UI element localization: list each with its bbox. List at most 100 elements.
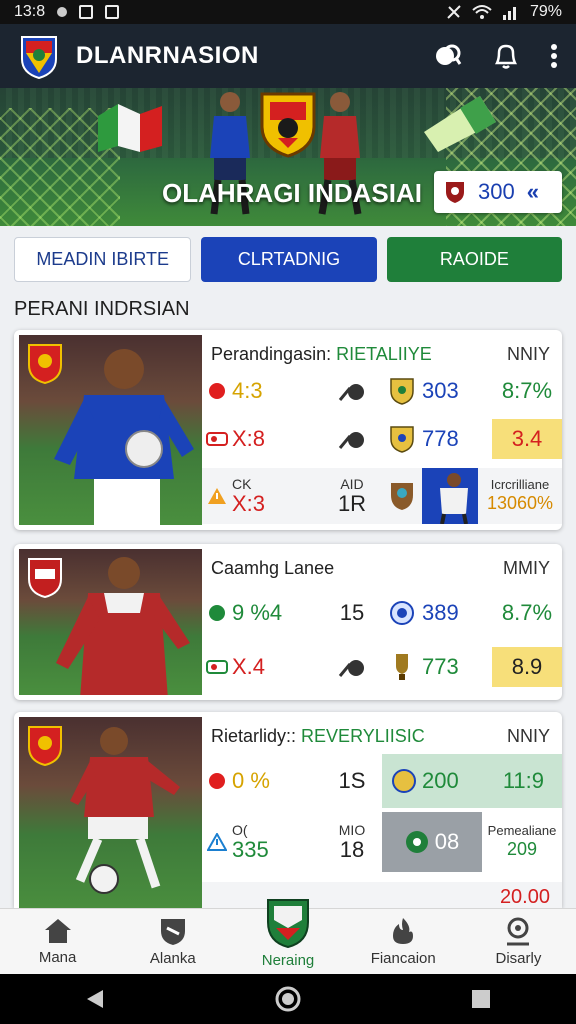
download-icon (105, 5, 120, 19)
ball-kick-icon (338, 432, 364, 449)
highlight-block[interactable]: 200 11:9 (382, 754, 562, 808)
system-navigation-bar (0, 974, 576, 1024)
triangle-icon (207, 833, 227, 851)
stat-value: 9 %4 (232, 600, 283, 625)
signal-icon (502, 7, 516, 20)
badge-icon (405, 831, 428, 853)
bell-icon[interactable] (492, 41, 520, 71)
tab-raoide[interactable]: RAOIDE (386, 237, 562, 282)
club-shield-icon (267, 899, 309, 948)
flag-icon (98, 104, 162, 152)
club-crest-icon (28, 726, 62, 767)
nav-item-home[interactable]: Mana (0, 909, 115, 974)
app-title: DLANRNASION (76, 42, 259, 69)
nav-label: Mana (38, 949, 77, 966)
match-card[interactable]: Rietarlidy:: REVERYLIISIC NNIY 0 % 1S 20… (14, 712, 562, 908)
stat-mid: 15 (339, 600, 365, 625)
stat-label-small: MIO (338, 822, 366, 839)
red-tag-icon (206, 432, 228, 446)
stat-count: 773 (422, 654, 459, 679)
stat-value: X.4 (232, 654, 266, 679)
hero-title: OLAHRAGI INDASIAI (162, 178, 422, 208)
hero-chip-value: 300 (478, 179, 515, 204)
coin-icon (392, 769, 416, 793)
nav-label: Fiancaion (370, 950, 436, 967)
nav-item-neraing[interactable]: Neraing (230, 899, 345, 974)
card-title: Caamhg Lanee (211, 558, 334, 579)
flag-green-icon (424, 96, 496, 152)
stat-row-extended[interactable]: O( 335 MIO 18 08 Pemealiane 209 (202, 812, 562, 872)
stat-row[interactable]: X:8 778 3.4 (202, 416, 562, 462)
gold-crest-icon (390, 378, 414, 405)
match-card[interactable]: Caamhg Lanee MMIY 9 %4 15 389 8.7% X.4 7… (14, 544, 562, 700)
ball-kick-icon (338, 384, 364, 401)
card-title-text: Caamhg Lanee (211, 558, 335, 578)
stat-row[interactable]: 0 % 1S 200 11:9 (202, 754, 562, 808)
grey-badge-block[interactable]: 08 (382, 812, 482, 872)
status-bar: 13:8 79% (0, 0, 576, 24)
nav-item-disarly[interactable]: Disarly (461, 909, 576, 974)
card-tag: NNIY (506, 726, 550, 746)
stat-value: 0 % (232, 768, 270, 793)
flame-icon (393, 918, 414, 944)
card-title-highlight: REVERYLIISIC (301, 726, 425, 746)
stat-count: 08 (434, 829, 460, 854)
match-card[interactable]: Perandingasin: RIETALIIYE NNIY 4:3 303 8… (14, 330, 562, 530)
stat-row[interactable]: 4:3 303 8:7% (202, 368, 562, 414)
battery-text: 79% (529, 3, 562, 20)
home-circle-icon[interactable] (275, 986, 301, 1012)
stat-value: 4:3 (232, 378, 263, 403)
player-thumbnail (422, 468, 478, 524)
stat-label-small: CK (232, 476, 252, 493)
stat-label-small: Icrcrilliane (490, 477, 550, 493)
nav-item-fiancaion[interactable]: Fiancaion (346, 909, 461, 974)
stat-row-partial: 20.00 (202, 882, 562, 908)
stat-value: 13060% (486, 493, 554, 513)
stat-row-extended[interactable]: CK X:3 AID 1R Icrcrilliane 13060% (202, 468, 562, 524)
stat-row[interactable]: X.4 773 8.9 (202, 644, 562, 690)
warning-icon (208, 488, 226, 504)
card-title-text: Rietarlidy:: (211, 726, 297, 746)
hero-banner[interactable]: OLAHRAGI INDASIAI 300 « (0, 88, 576, 226)
player-photo (19, 335, 202, 525)
stat-value: 1R (337, 490, 367, 516)
green-tag-icon (206, 660, 228, 674)
app-bar: DLANRNASION (0, 24, 576, 88)
hero-score-chip[interactable]: 300 « (434, 171, 562, 213)
tab-clrtadnig[interactable]: CLRTADNIG (201, 237, 377, 282)
filter-tabs: MEADIN IBIRTE CLRTADNIG RAOIDE (14, 237, 562, 282)
stat-value: X:3 (232, 490, 266, 516)
screenshot-icon (79, 5, 94, 19)
blue-badge-icon (390, 601, 414, 625)
stat-value: 20.00 (499, 885, 550, 908)
shield-icon (160, 919, 185, 945)
ball-kick-icon (338, 660, 364, 677)
club-crest-icon (28, 558, 62, 599)
bottom-navigation: Mana Alanka Neraing Fiancaion Disarly (0, 899, 576, 974)
card-title: Rietarlidy:: REVERYLIISIC (211, 726, 425, 747)
recents-icon[interactable] (471, 989, 491, 1009)
player-photo (19, 549, 202, 695)
stat-count: 200 (422, 768, 459, 793)
stat-row[interactable]: 9 %4 15 389 8.7% (202, 590, 562, 636)
highlight-value: 3.4 (492, 419, 562, 459)
tab-meadin[interactable]: MEADIN IBIRTE (14, 237, 192, 282)
green-dot-icon (209, 605, 225, 621)
more-vert-icon[interactable] (550, 43, 558, 69)
back-icon[interactable] (85, 988, 105, 1010)
stat-value: X:8 (232, 426, 266, 451)
card-title-text: Perandingasin: (211, 344, 332, 364)
stat-label-small: AID (340, 476, 364, 493)
red-dot-icon (209, 383, 225, 399)
chevrons-left-icon[interactable]: « (527, 179, 539, 205)
search-icon[interactable] (432, 41, 462, 71)
nav-item-alanka[interactable]: Alanka (115, 909, 230, 974)
wifi-icon (472, 5, 492, 19)
nav-label: Disarly (495, 950, 542, 967)
gold-crest-icon (390, 426, 414, 453)
app-logo-icon[interactable] (18, 33, 60, 79)
home-icon (44, 919, 71, 943)
player-icon (54, 349, 194, 525)
shield-badge-icon (446, 182, 464, 203)
stat-count: 778 (422, 426, 459, 451)
